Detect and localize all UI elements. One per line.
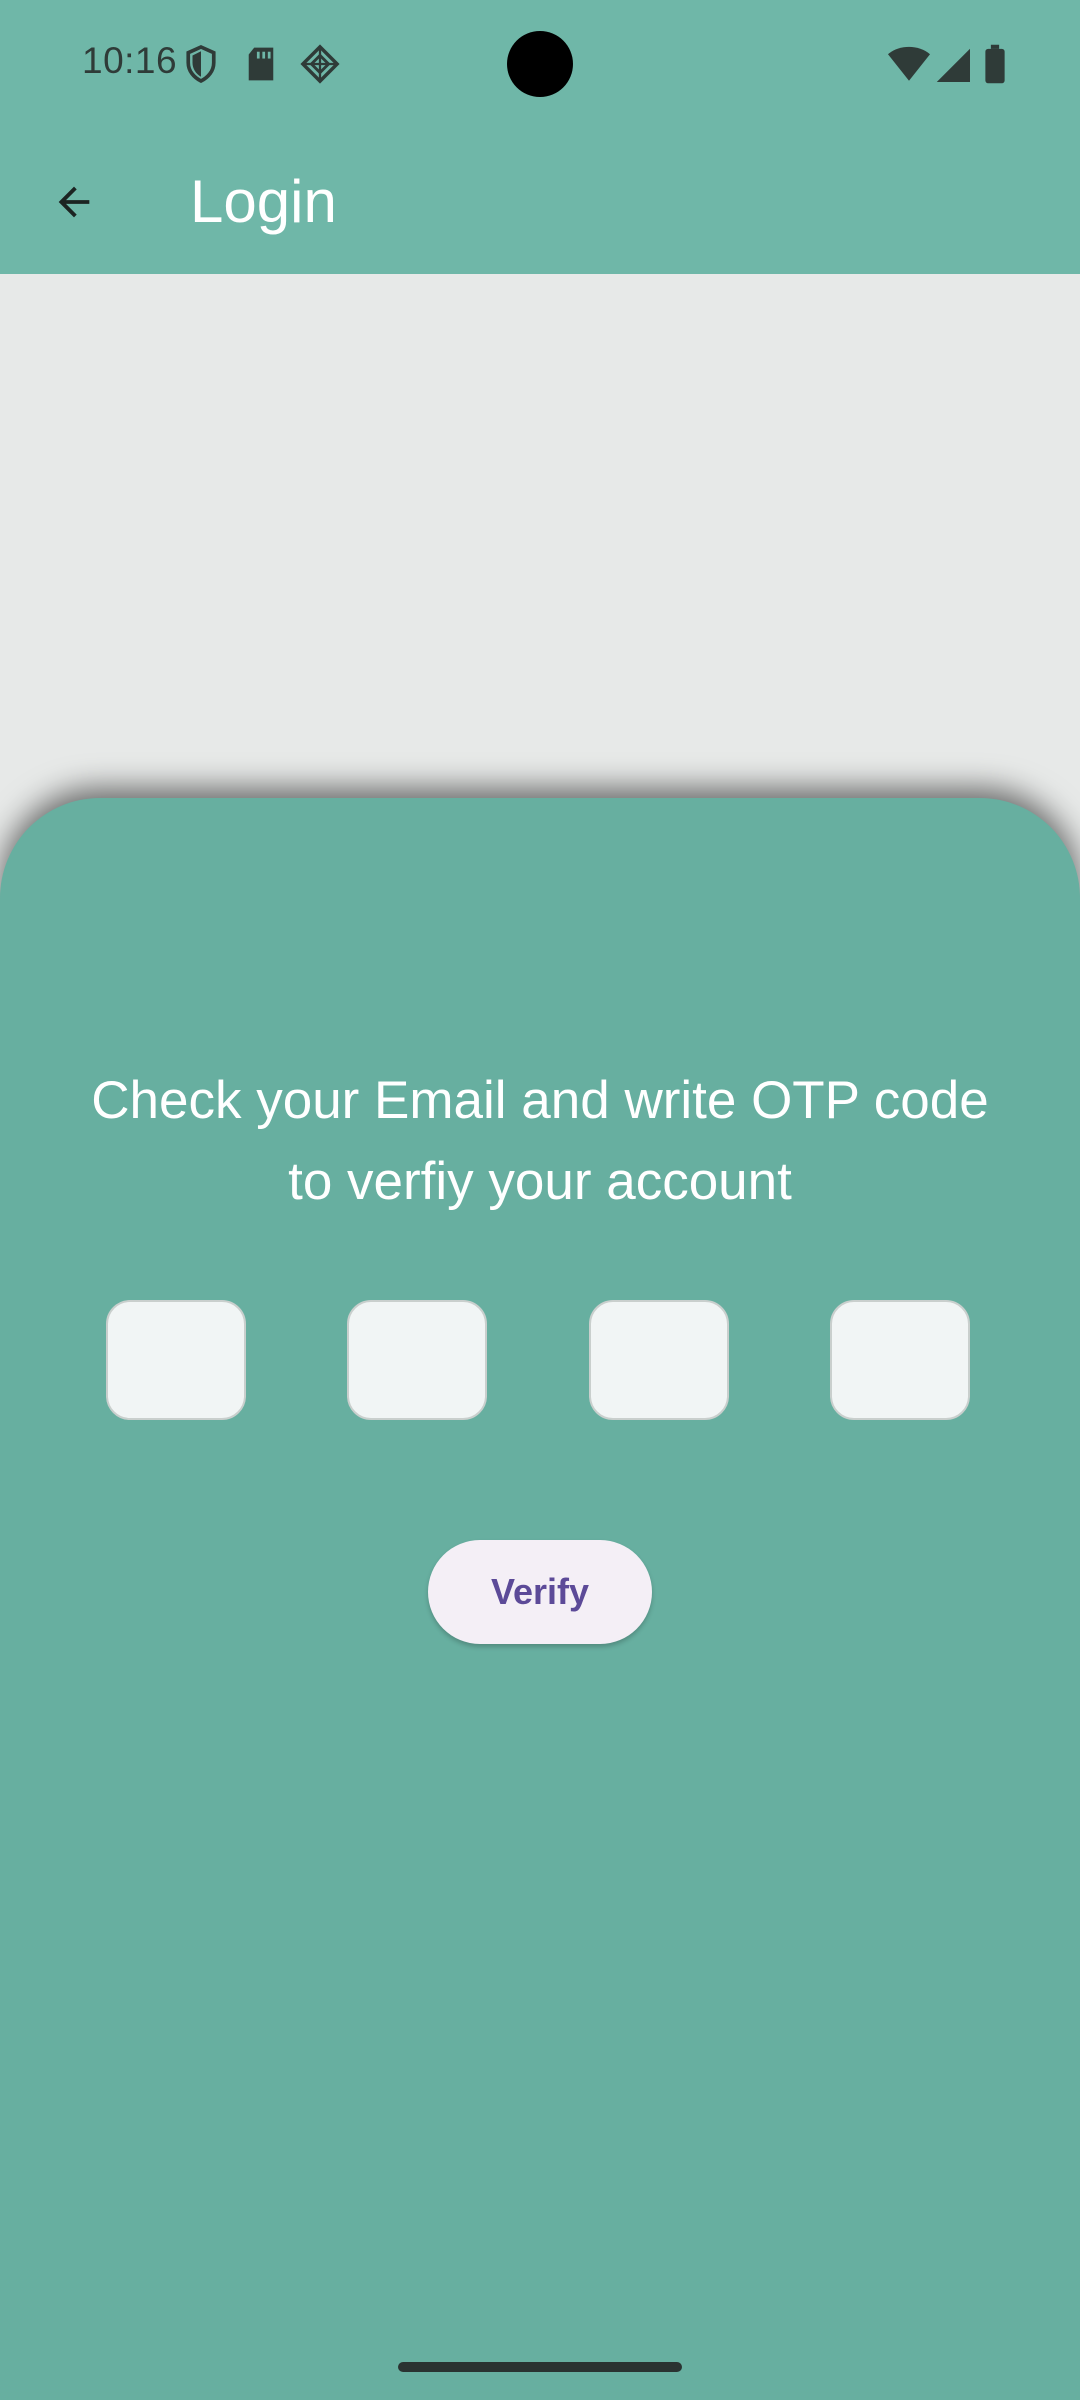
page-title: Login <box>190 168 337 235</box>
otp-digit-4[interactable] <box>830 1300 970 1420</box>
otp-instruction: Check your Email and write OTP code to v… <box>91 1071 989 1211</box>
back-button[interactable] <box>36 164 112 240</box>
app-bar: Login <box>0 128 1080 274</box>
front-camera <box>507 31 573 97</box>
battery-icon <box>985 44 1005 84</box>
verify-button[interactable]: Verify <box>428 1540 652 1644</box>
status-bar: 10:16 <box>0 0 1080 128</box>
otp-screen: 10:16 Login Check your Email and write O… <box>0 0 1080 2400</box>
shield-icon <box>186 44 216 84</box>
wifi-icon <box>888 46 930 81</box>
otp-digit-1[interactable] <box>106 1300 246 1420</box>
otp-digit-2[interactable] <box>347 1300 487 1420</box>
header: 10:16 Login <box>0 0 1080 274</box>
sd-card-icon <box>248 47 274 81</box>
app-notification-icon <box>300 44 340 84</box>
arrow-back-icon <box>58 186 90 218</box>
home-indicator[interactable] <box>398 2362 682 2372</box>
status-time: 10:16 <box>82 40 178 81</box>
otp-bottom-sheet: Check your Email and write OTP code to v… <box>0 798 1080 2400</box>
otp-digit-3[interactable] <box>589 1300 729 1420</box>
cellular-signal-icon <box>936 48 970 82</box>
